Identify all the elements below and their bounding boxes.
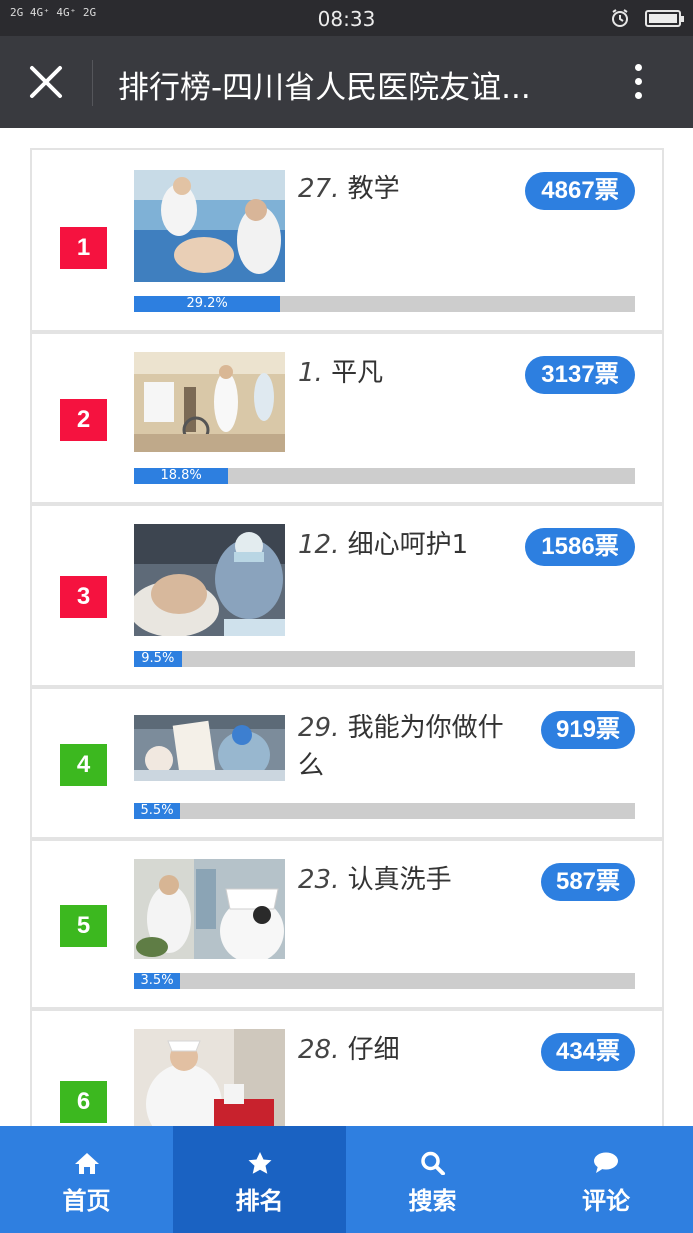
entry-name[interactable]: 28. 仔细 <box>298 1031 528 1069</box>
rank-badge: 3 <box>60 576 107 618</box>
entry-name[interactable]: 12. 细心呵护1 <box>298 526 528 564</box>
vote-percent: 9.5% <box>141 651 175 666</box>
nav-label: 排名 <box>235 1187 284 1215</box>
close-icon[interactable] <box>28 64 64 100</box>
vote-percent: 18.8% <box>160 468 202 483</box>
entry-name[interactable]: 27. 教学 <box>298 170 528 208</box>
rank-badge: 1 <box>60 227 107 269</box>
rank-badge: 4 <box>60 744 107 786</box>
vote-percent: 29.2% <box>186 296 228 311</box>
ranking-item[interactable]: 2 1. 平凡 3137票 18.8% <box>30 332 664 504</box>
ranking-item[interactable]: 3 12. 细心呵护1 1586票 9.5% <box>30 504 664 687</box>
entry-photo[interactable] <box>134 170 285 282</box>
vote-count-badge: 1586票 <box>525 528 635 566</box>
nav-label: 评论 <box>582 1187 630 1215</box>
entry-photo[interactable] <box>134 1029 285 1129</box>
rank-badge: 2 <box>60 399 107 441</box>
vote-progress-bar: 9.5% <box>134 651 635 667</box>
nav-label: 首页 <box>62 1187 111 1215</box>
vote-percent: 5.5% <box>140 803 174 818</box>
more-menu-icon[interactable] <box>628 60 648 106</box>
nav-comment[interactable]: 评论 <box>519 1126 693 1233</box>
battery-icon <box>645 10 684 27</box>
entry-photo[interactable] <box>134 859 285 959</box>
vote-progress-bar: 3.5% <box>134 973 635 989</box>
rank-badge: 5 <box>60 905 107 947</box>
status-time: 08:33 <box>317 7 376 31</box>
title-divider <box>92 60 93 106</box>
nav-label: 搜索 <box>408 1187 457 1215</box>
entry-photo[interactable] <box>134 524 285 636</box>
alarm-icon <box>612 9 628 27</box>
entry-name[interactable]: 29. 我能为你做什么 <box>298 709 528 785</box>
nav-ranking[interactable]: 排名 <box>173 1126 346 1233</box>
bottom-nav: 首页 排名 搜索 评论 <box>0 1126 693 1233</box>
rank-badge: 6 <box>60 1081 107 1123</box>
star-icon <box>248 1152 272 1174</box>
ranking-item[interactable]: 1 27. 教学 4867票 29.2% <box>30 148 664 332</box>
page-title: 排行榜-四川省人民医院友谊... <box>118 70 531 106</box>
entry-name[interactable]: 23. 认真洗手 <box>298 861 528 899</box>
entry-name[interactable]: 1. 平凡 <box>298 354 528 392</box>
vote-percent: 3.5% <box>140 973 174 988</box>
vote-progress-bar: 29.2% <box>134 296 635 312</box>
status-bar: 2G 4G⁺ 4G⁺ 2G 08:33 <box>0 0 693 36</box>
vote-count-badge: 587票 <box>541 863 635 901</box>
ranking-item[interactable]: 5 23. 认真洗手 587票 3.5% <box>30 839 664 1009</box>
home-icon <box>75 1153 99 1174</box>
ranking-item[interactable]: 4 29. 我能为你做什么 919票 5.5% <box>30 687 664 839</box>
comment-icon <box>594 1152 618 1173</box>
vote-count-badge: 919票 <box>541 711 635 749</box>
entry-photo[interactable] <box>134 715 285 781</box>
entry-photo[interactable] <box>134 352 285 452</box>
search-icon <box>421 1151 445 1175</box>
vote-progress-bar: 5.5% <box>134 803 635 819</box>
vote-count-badge: 434票 <box>541 1033 635 1071</box>
vote-count-badge: 3137票 <box>525 356 635 394</box>
vote-progress-bar: 18.8% <box>134 468 635 484</box>
nav-search[interactable]: 搜索 <box>346 1126 519 1233</box>
title-bar: 排行榜-四川省人民医院友谊... <box>0 36 693 128</box>
vote-count-badge: 4867票 <box>525 172 635 210</box>
nav-home[interactable]: 首页 <box>0 1126 173 1233</box>
